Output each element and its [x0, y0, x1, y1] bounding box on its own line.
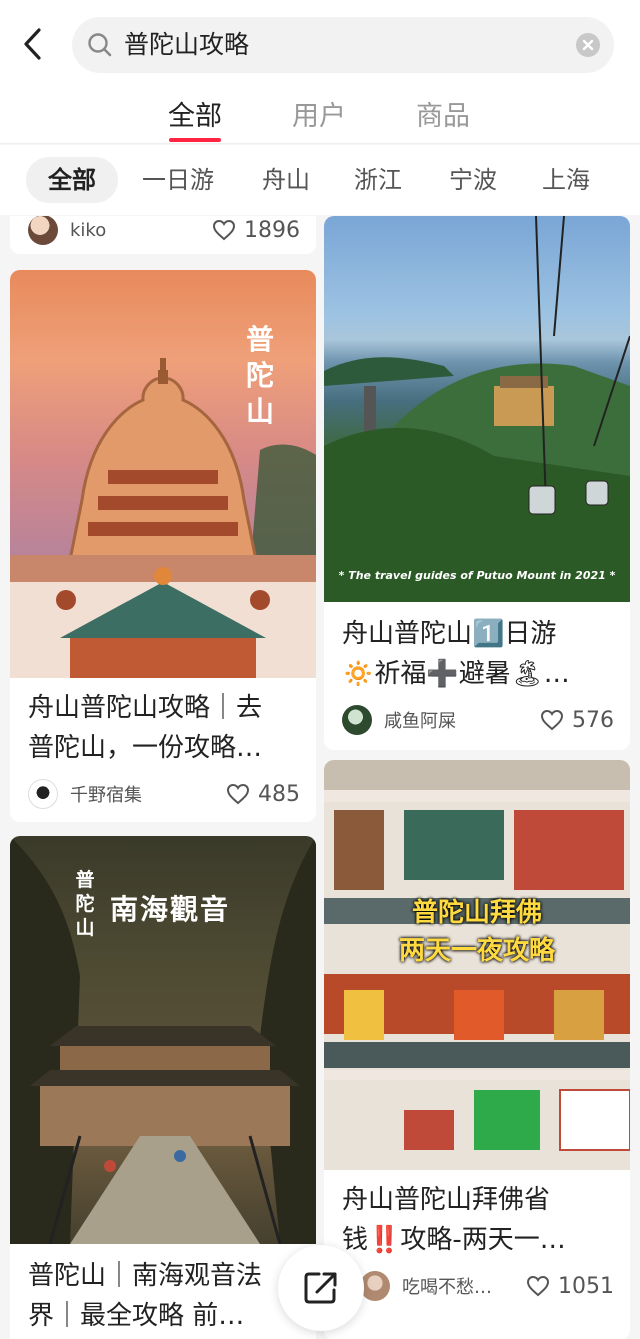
note-card[interactable]: 普陀山拜佛 两天一夜攻略 舟山普陀山拜佛省 钱‼️攻略-两天一… 吃喝不愁… 1… — [324, 760, 630, 1339]
clear-search-button[interactable] — [576, 33, 600, 57]
chevron-left-icon — [24, 28, 41, 60]
note-card[interactable]: 普陀山 南海觀音 普陀山｜南海观音法 界｜最全攻略 前… — [10, 836, 316, 1339]
tab-products[interactable]: 商品 — [416, 94, 470, 133]
like-count[interactable]: 485 — [226, 782, 300, 807]
title-line-2: 🔅祈福➕避暑🏝… — [342, 659, 570, 689]
like-count[interactable]: 1051 — [526, 1274, 614, 1299]
avatar — [360, 1271, 390, 1301]
top-bar: 普陀山攻略 — [0, 0, 640, 90]
title-line-1: 普陀山｜南海观音法 — [28, 1261, 263, 1291]
heart-icon — [540, 709, 564, 731]
card-title: 舟山普陀山拜佛省 钱‼️攻略-两天一… — [342, 1180, 566, 1260]
likes-value: 1051 — [558, 1273, 614, 1299]
card-image: 普陀山 — [10, 270, 316, 678]
card-meta: 吃喝不愁… 1051 — [360, 1268, 614, 1304]
feed: kiko 1896 普陀山 舟山普陀山攻略｜去 普陀山，一份攻略… 千野宿集 4… — [0, 216, 640, 1339]
image-vertical-text: 普陀山 — [75, 869, 95, 939]
note-card[interactable]: kiko 1896 — [10, 216, 316, 254]
heart-icon — [212, 219, 236, 241]
image-title-text: 普陀山 — [245, 323, 274, 428]
heart-icon — [226, 783, 250, 805]
like-count[interactable]: 1896 — [212, 218, 300, 243]
active-tab-indicator — [169, 138, 221, 142]
author-name[interactable]: 吃喝不愁… — [402, 1273, 526, 1299]
likes-value: 1896 — [244, 217, 300, 243]
card-image: 普陀山拜佛 两天一夜攻略 — [324, 760, 630, 1170]
card-meta: 咸鱼阿屎 576 — [342, 702, 614, 738]
chip-ningbo[interactable]: 宁波 — [449, 157, 497, 203]
avatar — [28, 216, 58, 245]
chip-shanghai[interactable]: 上海 — [542, 157, 590, 203]
title-line-1: 舟山普陀山1️⃣日游 — [342, 619, 557, 649]
title-line-2: 普陀山，一份攻略… — [28, 733, 263, 763]
likes-value: 485 — [258, 781, 300, 807]
card-meta: 千野宿集 485 — [28, 776, 300, 812]
title-line-2: 钱‼️攻略-两天一… — [342, 1225, 566, 1255]
tab-all[interactable]: 全部 — [168, 94, 222, 133]
card-image: 普陀山 南海觀音 — [10, 836, 316, 1244]
search-icon — [88, 33, 112, 57]
image-title-line-1: 普陀山拜佛 — [411, 898, 542, 928]
author-name[interactable]: 咸鱼阿屎 — [384, 707, 540, 733]
author-name[interactable]: 千野宿集 — [70, 781, 226, 807]
card-meta: kiko 1896 — [28, 216, 300, 248]
note-card[interactable]: 普陀山 舟山普陀山攻略｜去 普陀山，一份攻略… 千野宿集 485 — [10, 270, 316, 822]
search-query: 普陀山攻略 — [124, 30, 250, 59]
chip-zhejiang[interactable]: 浙江 — [354, 157, 402, 203]
title-line-2: 界｜最全攻略 前… — [28, 1301, 245, 1331]
search-input[interactable]: 普陀山攻略 — [72, 17, 614, 73]
main-tabs: 全部 用户 商品 — [0, 90, 640, 144]
card-title: 舟山普陀山攻略｜去 普陀山，一份攻略… — [28, 688, 262, 768]
cable-car-illustration — [324, 216, 630, 602]
card-title: 普陀山｜南海观音法 界｜最全攻略 前… — [28, 1256, 262, 1336]
avatar — [28, 779, 58, 809]
author-name[interactable]: kiko — [70, 220, 212, 241]
tab-users[interactable]: 用户 — [292, 94, 346, 133]
heart-icon — [526, 1275, 550, 1297]
title-line-1: 舟山普陀山攻略｜去 — [28, 693, 263, 723]
like-count[interactable]: 576 — [540, 708, 614, 733]
card-title: 舟山普陀山1️⃣日游 🔅祈福➕避暑🏝… — [342, 614, 570, 694]
image-title-text: 南海觀音 — [110, 893, 231, 926]
close-icon — [582, 39, 594, 51]
avatar — [342, 705, 372, 735]
filter-chips: 全部 一日游 舟山 浙江 宁波 上海 — [0, 145, 640, 215]
image-title-line-2: 两天一夜攻略 — [398, 936, 555, 966]
note-card[interactable]: * The travel guides of Putuo Mount in 20… — [324, 216, 630, 750]
card-image: * The travel guides of Putuo Mount in 20… — [324, 216, 630, 602]
chip-all[interactable]: 全部 — [26, 157, 118, 203]
title-line-1: 舟山普陀山拜佛省 — [342, 1185, 551, 1215]
chip-day-trip[interactable]: 一日游 — [142, 157, 214, 203]
likes-value: 576 — [572, 707, 614, 733]
back-button[interactable] — [14, 22, 50, 66]
image-caption: * The travel guides of Putuo Mount in 20… — [338, 569, 616, 582]
share-arrow-icon — [304, 1272, 337, 1304]
share-button[interactable] — [278, 1245, 364, 1331]
chip-zhoushan[interactable]: 舟山 — [262, 157, 310, 203]
